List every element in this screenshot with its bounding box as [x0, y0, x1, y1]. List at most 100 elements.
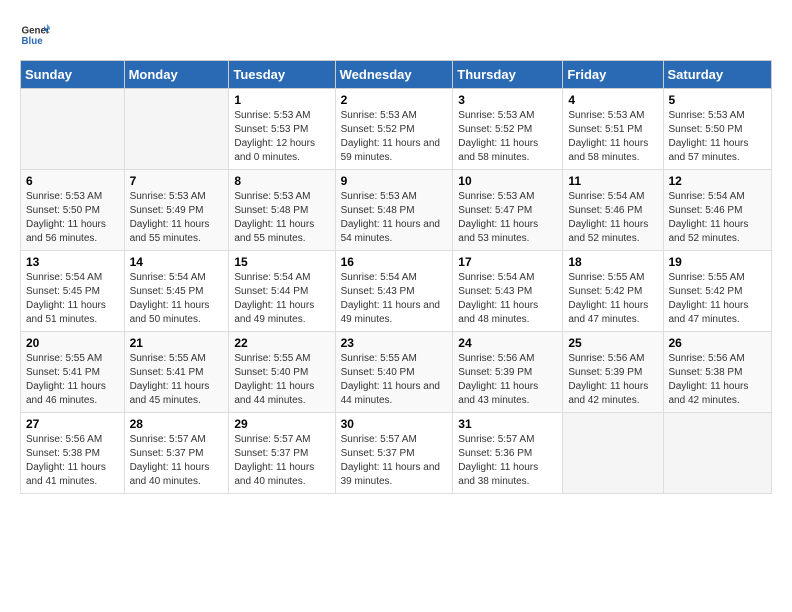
day-info: Sunrise: 5:53 AMSunset: 5:53 PMDaylight:…: [234, 109, 329, 165]
header: General Blue: [20, 20, 772, 50]
day-cell: 22 Sunrise: 5:55 AMSunset: 5:40 PMDaylig…: [229, 332, 335, 413]
day-number: 28: [130, 417, 224, 431]
day-header-monday: Monday: [124, 61, 229, 89]
day-cell: 1 Sunrise: 5:53 AMSunset: 5:53 PMDayligh…: [229, 89, 335, 170]
day-cell: 28 Sunrise: 5:57 AMSunset: 5:37 PMDaylig…: [124, 413, 229, 494]
day-number: 8: [234, 174, 329, 188]
week-row-2: 6 Sunrise: 5:53 AMSunset: 5:50 PMDayligh…: [21, 170, 772, 251]
day-info: Sunrise: 5:53 AMSunset: 5:50 PMDaylight:…: [669, 109, 767, 165]
day-cell: 13 Sunrise: 5:54 AMSunset: 5:45 PMDaylig…: [21, 251, 125, 332]
day-cell: [563, 413, 663, 494]
day-cell: 12 Sunrise: 5:54 AMSunset: 5:46 PMDaylig…: [663, 170, 772, 251]
day-number: 22: [234, 336, 329, 350]
day-info: Sunrise: 5:57 AMSunset: 5:37 PMDaylight:…: [130, 433, 224, 489]
day-cell: 20 Sunrise: 5:55 AMSunset: 5:41 PMDaylig…: [21, 332, 125, 413]
day-info: Sunrise: 5:57 AMSunset: 5:37 PMDaylight:…: [234, 433, 329, 489]
day-cell: 27 Sunrise: 5:56 AMSunset: 5:38 PMDaylig…: [21, 413, 125, 494]
day-header-saturday: Saturday: [663, 61, 772, 89]
day-number: 20: [26, 336, 119, 350]
day-cell: 8 Sunrise: 5:53 AMSunset: 5:48 PMDayligh…: [229, 170, 335, 251]
day-info: Sunrise: 5:53 AMSunset: 5:51 PMDaylight:…: [568, 109, 657, 165]
day-number: 6: [26, 174, 119, 188]
svg-text:Blue: Blue: [22, 36, 44, 47]
day-number: 31: [458, 417, 557, 431]
day-cell: 26 Sunrise: 5:56 AMSunset: 5:38 PMDaylig…: [663, 332, 772, 413]
day-cell: 30 Sunrise: 5:57 AMSunset: 5:37 PMDaylig…: [335, 413, 453, 494]
day-info: Sunrise: 5:54 AMSunset: 5:43 PMDaylight:…: [341, 271, 448, 327]
day-info: Sunrise: 5:56 AMSunset: 5:39 PMDaylight:…: [458, 352, 557, 408]
day-cell: 11 Sunrise: 5:54 AMSunset: 5:46 PMDaylig…: [563, 170, 663, 251]
day-header-thursday: Thursday: [453, 61, 563, 89]
day-cell: [124, 89, 229, 170]
day-cell: 9 Sunrise: 5:53 AMSunset: 5:48 PMDayligh…: [335, 170, 453, 251]
logo-icon: General Blue: [20, 20, 50, 50]
day-cell: [21, 89, 125, 170]
day-number: 4: [568, 93, 657, 107]
day-info: Sunrise: 5:53 AMSunset: 5:50 PMDaylight:…: [26, 190, 119, 246]
day-cell: 6 Sunrise: 5:53 AMSunset: 5:50 PMDayligh…: [21, 170, 125, 251]
day-number: 30: [341, 417, 448, 431]
day-info: Sunrise: 5:55 AMSunset: 5:40 PMDaylight:…: [341, 352, 448, 408]
logo: General Blue: [20, 20, 50, 50]
day-cell: [663, 413, 772, 494]
day-number: 27: [26, 417, 119, 431]
day-info: Sunrise: 5:55 AMSunset: 5:41 PMDaylight:…: [130, 352, 224, 408]
day-number: 5: [669, 93, 767, 107]
day-cell: 23 Sunrise: 5:55 AMSunset: 5:40 PMDaylig…: [335, 332, 453, 413]
day-info: Sunrise: 5:55 AMSunset: 5:40 PMDaylight:…: [234, 352, 329, 408]
day-number: 10: [458, 174, 557, 188]
day-info: Sunrise: 5:53 AMSunset: 5:48 PMDaylight:…: [341, 190, 448, 246]
day-info: Sunrise: 5:54 AMSunset: 5:44 PMDaylight:…: [234, 271, 329, 327]
day-number: 1: [234, 93, 329, 107]
day-number: 18: [568, 255, 657, 269]
day-header-wednesday: Wednesday: [335, 61, 453, 89]
day-number: 25: [568, 336, 657, 350]
day-number: 15: [234, 255, 329, 269]
day-info: Sunrise: 5:56 AMSunset: 5:39 PMDaylight:…: [568, 352, 657, 408]
day-cell: 16 Sunrise: 5:54 AMSunset: 5:43 PMDaylig…: [335, 251, 453, 332]
day-info: Sunrise: 5:56 AMSunset: 5:38 PMDaylight:…: [26, 433, 119, 489]
day-cell: 14 Sunrise: 5:54 AMSunset: 5:45 PMDaylig…: [124, 251, 229, 332]
day-cell: 24 Sunrise: 5:56 AMSunset: 5:39 PMDaylig…: [453, 332, 563, 413]
day-cell: 17 Sunrise: 5:54 AMSunset: 5:43 PMDaylig…: [453, 251, 563, 332]
day-number: 7: [130, 174, 224, 188]
day-number: 2: [341, 93, 448, 107]
day-cell: 10 Sunrise: 5:53 AMSunset: 5:47 PMDaylig…: [453, 170, 563, 251]
day-info: Sunrise: 5:55 AMSunset: 5:42 PMDaylight:…: [669, 271, 767, 327]
day-info: Sunrise: 5:57 AMSunset: 5:36 PMDaylight:…: [458, 433, 557, 489]
day-info: Sunrise: 5:56 AMSunset: 5:38 PMDaylight:…: [669, 352, 767, 408]
day-number: 9: [341, 174, 448, 188]
day-number: 24: [458, 336, 557, 350]
day-number: 17: [458, 255, 557, 269]
day-number: 29: [234, 417, 329, 431]
day-info: Sunrise: 5:53 AMSunset: 5:52 PMDaylight:…: [341, 109, 448, 165]
day-number: 23: [341, 336, 448, 350]
days-header-row: SundayMondayTuesdayWednesdayThursdayFrid…: [21, 61, 772, 89]
week-row-5: 27 Sunrise: 5:56 AMSunset: 5:38 PMDaylig…: [21, 413, 772, 494]
day-number: 12: [669, 174, 767, 188]
day-info: Sunrise: 5:57 AMSunset: 5:37 PMDaylight:…: [341, 433, 448, 489]
day-cell: 18 Sunrise: 5:55 AMSunset: 5:42 PMDaylig…: [563, 251, 663, 332]
day-header-sunday: Sunday: [21, 61, 125, 89]
calendar-table: SundayMondayTuesdayWednesdayThursdayFrid…: [20, 60, 772, 494]
day-cell: 15 Sunrise: 5:54 AMSunset: 5:44 PMDaylig…: [229, 251, 335, 332]
week-row-3: 13 Sunrise: 5:54 AMSunset: 5:45 PMDaylig…: [21, 251, 772, 332]
day-info: Sunrise: 5:53 AMSunset: 5:47 PMDaylight:…: [458, 190, 557, 246]
day-cell: 7 Sunrise: 5:53 AMSunset: 5:49 PMDayligh…: [124, 170, 229, 251]
day-cell: 5 Sunrise: 5:53 AMSunset: 5:50 PMDayligh…: [663, 89, 772, 170]
day-info: Sunrise: 5:54 AMSunset: 5:46 PMDaylight:…: [669, 190, 767, 246]
day-number: 11: [568, 174, 657, 188]
day-header-friday: Friday: [563, 61, 663, 89]
day-info: Sunrise: 5:55 AMSunset: 5:42 PMDaylight:…: [568, 271, 657, 327]
week-row-1: 1 Sunrise: 5:53 AMSunset: 5:53 PMDayligh…: [21, 89, 772, 170]
day-header-tuesday: Tuesday: [229, 61, 335, 89]
day-number: 21: [130, 336, 224, 350]
day-number: 16: [341, 255, 448, 269]
day-info: Sunrise: 5:53 AMSunset: 5:48 PMDaylight:…: [234, 190, 329, 246]
day-info: Sunrise: 5:54 AMSunset: 5:45 PMDaylight:…: [26, 271, 119, 327]
day-cell: 31 Sunrise: 5:57 AMSunset: 5:36 PMDaylig…: [453, 413, 563, 494]
day-number: 13: [26, 255, 119, 269]
day-info: Sunrise: 5:53 AMSunset: 5:49 PMDaylight:…: [130, 190, 224, 246]
day-number: 3: [458, 93, 557, 107]
day-cell: 25 Sunrise: 5:56 AMSunset: 5:39 PMDaylig…: [563, 332, 663, 413]
